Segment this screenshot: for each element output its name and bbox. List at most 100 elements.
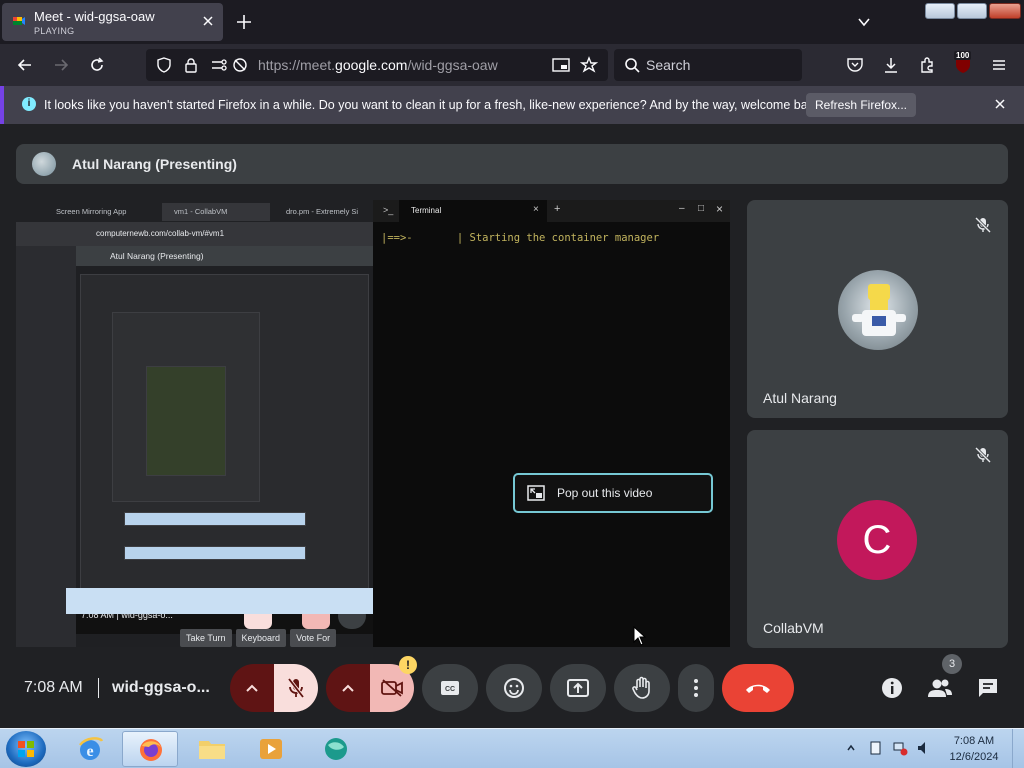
camera-warning-badge: ! bbox=[399, 656, 417, 674]
extensions-icon[interactable] bbox=[918, 56, 936, 74]
raise-hand-icon bbox=[632, 676, 650, 699]
people-icon[interactable] bbox=[926, 676, 954, 700]
taskbar-internet-explorer[interactable]: e bbox=[62, 731, 118, 767]
search-bar[interactable]: Search bbox=[614, 49, 802, 81]
window-minimize-button[interactable] bbox=[925, 3, 955, 19]
taskbar-explorer[interactable] bbox=[184, 731, 240, 767]
captions-button[interactable]: CC bbox=[422, 664, 478, 712]
show-desktop-button[interactable] bbox=[1012, 729, 1024, 768]
atul-avatar bbox=[838, 270, 918, 350]
meeting-time: 7:08 AM bbox=[24, 679, 83, 696]
microphone-button[interactable] bbox=[274, 664, 318, 712]
picture-in-picture-icon[interactable] bbox=[552, 57, 570, 73]
lego-figure-icon bbox=[852, 284, 906, 336]
shared-taskbar bbox=[66, 588, 373, 614]
pop-out-icon bbox=[527, 485, 545, 501]
new-tab-icon[interactable] bbox=[234, 12, 254, 32]
closed-captions-icon: CC bbox=[441, 681, 459, 695]
participant-tile-collabvm[interactable]: C CollabVM bbox=[747, 430, 1008, 648]
reload-icon[interactable] bbox=[88, 56, 106, 74]
menu-hamburger-icon[interactable] bbox=[990, 56, 1008, 74]
more-vert-icon bbox=[694, 679, 698, 697]
presenter-avatar bbox=[32, 152, 56, 176]
pop-out-video-button[interactable]: Pop out this video bbox=[513, 473, 713, 513]
raise-hand-button[interactable] bbox=[614, 664, 670, 712]
shared-screen[interactable]: Screen Mirroring App vm1 - CollabVM dro.… bbox=[16, 200, 730, 647]
notification-message: It looks like you haven't started Firefo… bbox=[44, 98, 824, 112]
pocket-icon[interactable] bbox=[846, 56, 864, 74]
tab-playing-label: PLAYING bbox=[34, 26, 75, 36]
mic-off-icon bbox=[287, 677, 305, 699]
start-button[interactable] bbox=[6, 731, 46, 767]
url-text: https://meet.google.com/wid-ggsa-oaw bbox=[258, 57, 498, 73]
present-screen-button[interactable] bbox=[550, 664, 606, 712]
terminal-tabbar: >_ Terminal × + – □ × bbox=[373, 200, 730, 222]
refresh-firefox-notification: i It looks like you haven't started Fire… bbox=[0, 86, 1024, 124]
leave-call-button[interactable] bbox=[722, 664, 794, 712]
audio-options-button[interactable] bbox=[230, 664, 274, 712]
tracking-shield-icon[interactable] bbox=[156, 57, 172, 73]
vote-for-label: Vote For bbox=[290, 629, 337, 647]
chevron-up-icon bbox=[342, 684, 354, 692]
permissions-icon[interactable] bbox=[210, 57, 228, 73]
show-hidden-icons-icon[interactable] bbox=[846, 743, 856, 753]
list-all-tabs-icon[interactable] bbox=[856, 14, 872, 30]
recursive-taskbar-2 bbox=[124, 546, 306, 560]
presenting-banner: Atul Narang (Presenting) bbox=[16, 144, 1008, 184]
action-center-icon[interactable] bbox=[868, 740, 884, 756]
volume-icon[interactable] bbox=[916, 740, 932, 756]
present-screen-icon bbox=[567, 679, 589, 697]
internet-explorer-icon: e bbox=[79, 737, 104, 760]
refresh-firefox-button[interactable]: Refresh Firefox... bbox=[806, 93, 916, 117]
taskbar-clock[interactable]: 7:08 AM 12/6/2024 bbox=[944, 733, 1004, 765]
terminal-close-icon: × bbox=[716, 202, 724, 216]
collabvm-avatar: C bbox=[837, 500, 917, 580]
window-close-button[interactable] bbox=[989, 3, 1021, 19]
back-icon[interactable] bbox=[16, 56, 34, 74]
muted-mic-icon bbox=[974, 216, 992, 234]
video-options-button[interactable] bbox=[326, 664, 370, 712]
presenter-name: Atul Narang (Presenting) bbox=[72, 156, 237, 172]
muted-mic-icon bbox=[974, 446, 992, 464]
taskbar-app-globe[interactable] bbox=[308, 731, 364, 767]
shared-meet-page: Atul Narang (Presenting) 7:08 AM | wid-g… bbox=[76, 246, 373, 647]
meeting-info-icon[interactable] bbox=[880, 676, 904, 700]
forward-icon[interactable] bbox=[52, 56, 70, 74]
bookmark-star-icon[interactable] bbox=[580, 56, 598, 74]
shared-tab-2: vm1 - CollabVM bbox=[162, 203, 270, 221]
tab-title: Meet - wid-ggsa-oaw bbox=[34, 9, 155, 24]
folder-icon bbox=[199, 741, 225, 759]
autoplay-blocked-icon[interactable] bbox=[232, 57, 248, 73]
clock-time: 7:08 AM bbox=[953, 735, 995, 747]
taskbar-media-player[interactable] bbox=[244, 731, 300, 767]
more-options-button[interactable] bbox=[678, 664, 714, 712]
downloads-icon[interactable] bbox=[882, 56, 900, 74]
participant-tile-atul[interactable]: Atul Narang bbox=[747, 200, 1008, 418]
shared-browser-tabs: Screen Mirroring App vm1 - CollabVM dro.… bbox=[16, 200, 373, 222]
keyboard-label: Keyboard bbox=[235, 629, 287, 647]
meet-page: Atul Narang (Presenting) Screen Mirrorin… bbox=[0, 124, 1024, 728]
shared-terminal-window: >_ Terminal × + – □ × |==>- | Starting t… bbox=[373, 200, 730, 647]
url-bar[interactable]: https://meet.google.com/wid-ggsa-oaw bbox=[146, 49, 608, 81]
media-player-icon bbox=[260, 739, 282, 759]
chat-icon[interactable] bbox=[976, 676, 1000, 700]
tab-close-icon[interactable] bbox=[201, 14, 215, 28]
svg-text:CC: CC bbox=[445, 686, 455, 693]
mouse-cursor-icon bbox=[633, 626, 647, 646]
terminal-new-tab-icon: + bbox=[554, 203, 561, 215]
terminal-prompt-icon: >_ bbox=[383, 205, 394, 215]
globe-app-icon bbox=[325, 738, 347, 760]
notification-close-icon[interactable] bbox=[994, 98, 1006, 110]
window-restore-button[interactable] bbox=[957, 3, 987, 19]
shared-collabvm-buttons: Take Turn Keyboard Vote For bbox=[180, 628, 340, 647]
network-icon[interactable] bbox=[892, 740, 908, 756]
terminal-tab-close-icon: × bbox=[533, 204, 539, 215]
browser-tab-meet[interactable]: Meet - wid-ggsa-oaw PLAYING bbox=[2, 3, 223, 41]
lock-icon[interactable] bbox=[184, 57, 198, 73]
meeting-code: wid-ggsa-o... bbox=[112, 679, 210, 696]
taskbar-firefox[interactable] bbox=[122, 731, 178, 767]
people-count-badge: 3 bbox=[942, 654, 962, 674]
reactions-button[interactable] bbox=[486, 664, 542, 712]
shared-presenting-banner: Atul Narang (Presenting) bbox=[76, 246, 373, 266]
pop-out-label: Pop out this video bbox=[557, 486, 653, 500]
